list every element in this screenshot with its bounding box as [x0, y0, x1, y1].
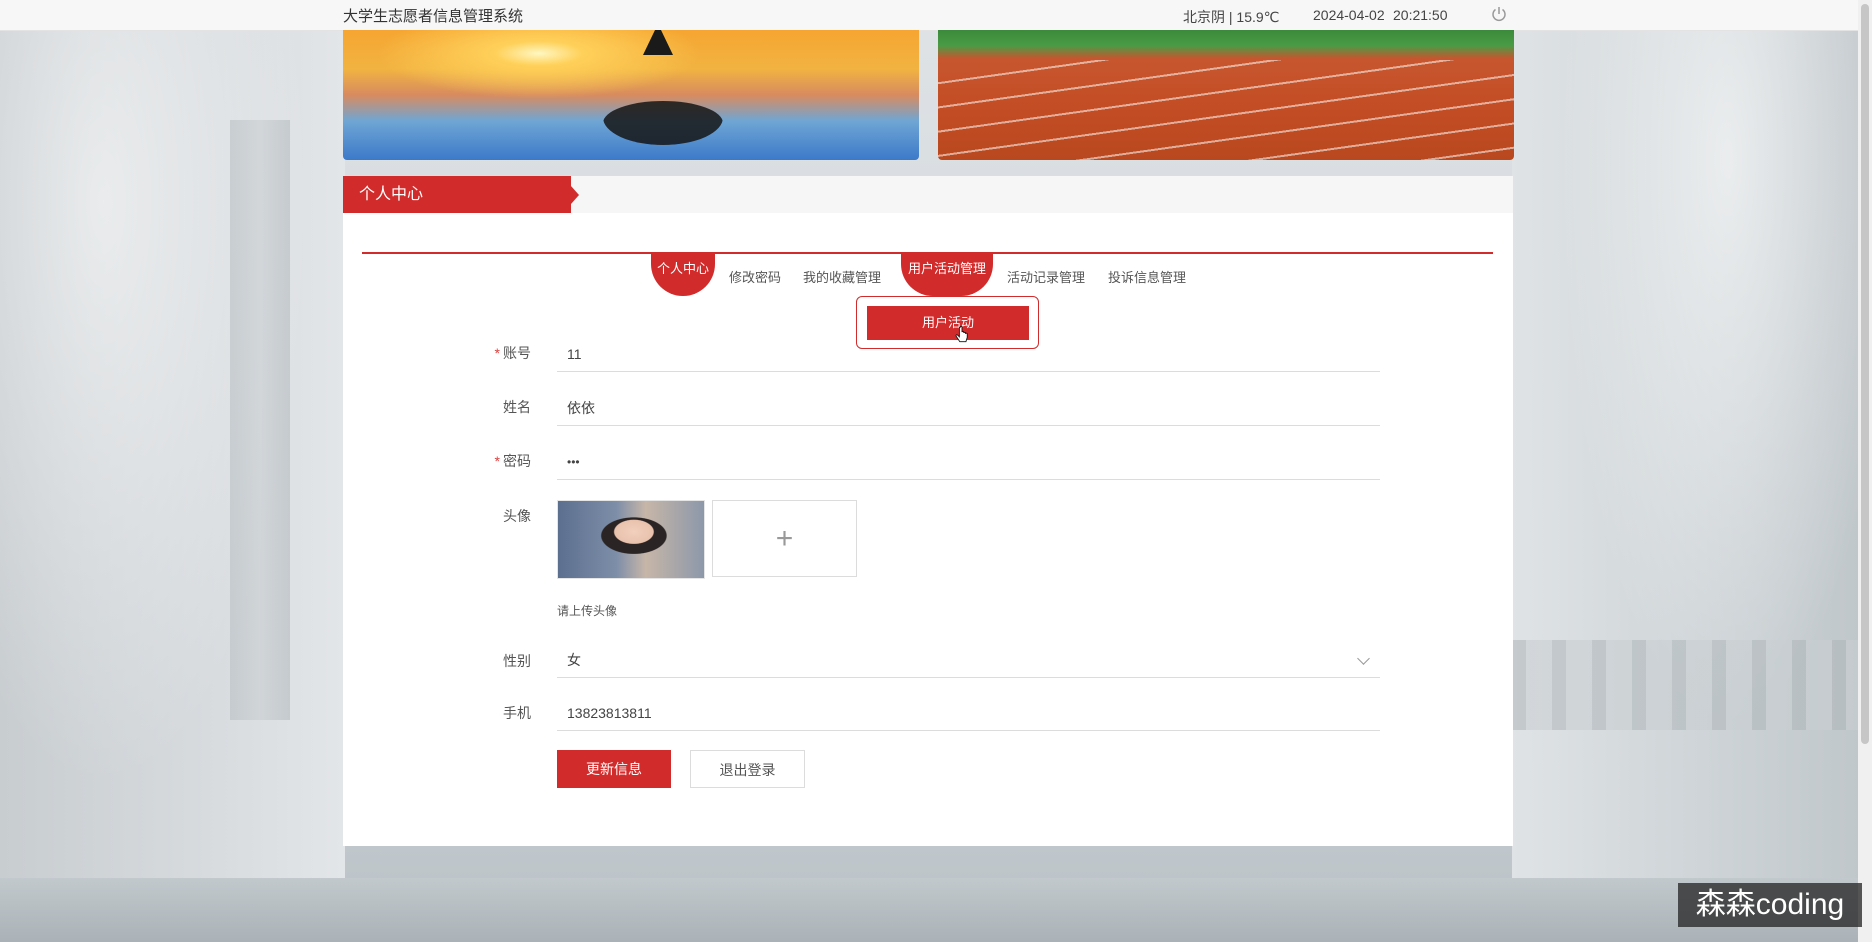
banner-track-image [938, 30, 1514, 160]
panel-header: 个人中心 [343, 176, 1513, 213]
tab-complaints[interactable]: 投诉信息管理 [1108, 267, 1186, 286]
tab-user-activity-management[interactable]: 用户活动管理 [901, 254, 993, 296]
weather-readout: 北京阴 | 15.9℃ [1183, 9, 1280, 25]
tab-activity-records[interactable]: 活动记录管理 [1007, 267, 1085, 286]
phone-label: 手机 [503, 705, 531, 721]
tab-my-favorites[interactable]: 我的收藏管理 [803, 267, 881, 286]
background-ground [0, 878, 1872, 942]
gender-value: 女 [567, 652, 581, 668]
panel-title: 个人中心 [343, 176, 579, 213]
password-field[interactable]: ••• [557, 444, 1380, 480]
avatar-hint: 请上传头像 [557, 604, 618, 618]
tab-bar: 个人中心 修改密码 我的收藏管理 用户活动管理 活动记录管理 投诉信息管理 [343, 254, 1513, 296]
tab-change-password[interactable]: 修改密码 [729, 267, 781, 286]
date-readout: 2024-04-02 [1313, 7, 1385, 23]
top-bar: 大学生志愿者信息管理系统 北京阴 | 15.9℃ 2024-04-02 20:2… [0, 0, 1858, 31]
password-label: * 密码 [494, 453, 531, 469]
chevron-down-icon [1357, 652, 1370, 665]
video-watermark: 森森coding [1678, 883, 1862, 927]
page-scrollbar[interactable] [1858, 0, 1872, 942]
background-pillar [230, 120, 290, 720]
time-readout: 20:21:50 [1393, 7, 1448, 23]
gender-label: 性别 [503, 653, 531, 669]
background-left-scenery [0, 30, 345, 890]
update-info-button[interactable]: 更新信息 [557, 750, 671, 788]
avatar-label: 头像 [503, 508, 531, 524]
phone-field[interactable]: 13823813811 [557, 695, 1380, 731]
banner-sunset-image [343, 30, 919, 160]
hand-cursor-icon [955, 325, 968, 343]
name-label: 姓名 [503, 399, 531, 415]
background-right-scenery [1512, 30, 1872, 890]
account-label: * 账号 [494, 345, 531, 361]
personal-center-panel: 个人中心 个人中心 修改密码 我的收藏管理 用户活动管理 活动记录管理 投诉信息… [343, 176, 1513, 846]
tab-personal-center[interactable]: 个人中心 [651, 254, 715, 296]
app-title: 大学生志愿者信息管理系统 [343, 8, 524, 25]
scrollbar-thumb[interactable] [1861, 4, 1869, 744]
power-icon[interactable] [1490, 5, 1508, 23]
banner-reflection [603, 101, 723, 145]
plus-icon: + [775, 522, 794, 555]
avatar-image[interactable] [557, 500, 705, 579]
logout-button[interactable]: 退出登录 [690, 750, 805, 788]
avatar-upload-button[interactable]: + [712, 500, 857, 577]
menu-item-user-activity[interactable]: 用户活动 [867, 306, 1029, 340]
background-railing [1512, 640, 1872, 730]
gender-select[interactable]: 女 [557, 642, 1380, 678]
name-field[interactable]: 依依 [557, 390, 1380, 426]
banner-bird-silhouette [643, 30, 673, 55]
banner-track-lines [938, 60, 1514, 160]
